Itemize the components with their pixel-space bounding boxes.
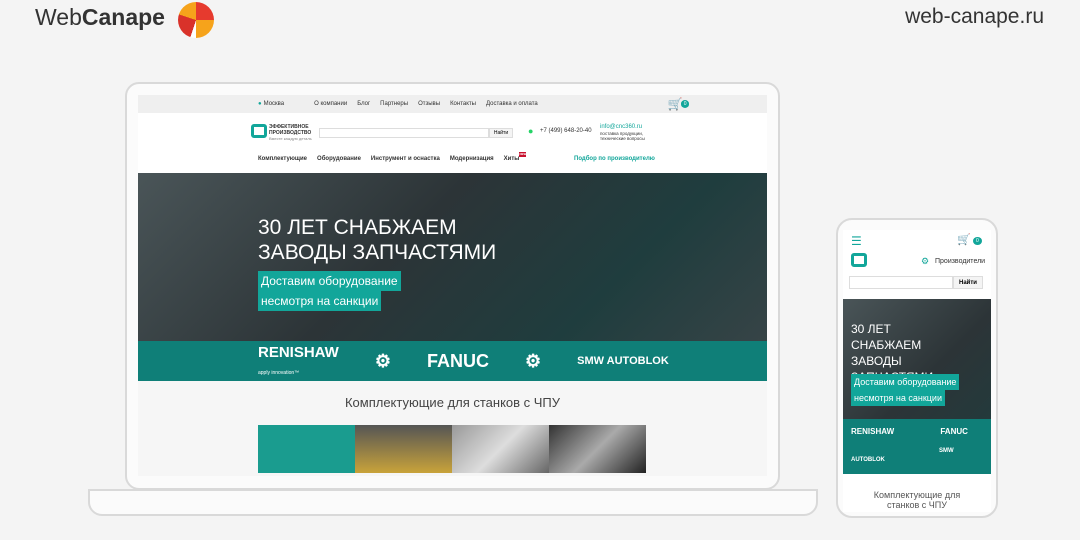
nav-item[interactable]: Комплектующие <box>258 156 307 162</box>
mobile-search-input[interactable] <box>849 276 953 289</box>
brand-renishaw[interactable]: RENISHAW apply innovation™ <box>258 344 339 378</box>
brand-name: WebCanape <box>35 4 165 30</box>
menu-icon[interactable]: ☰ <box>851 234 862 248</box>
manufacturers-link[interactable]: Производители <box>935 258 985 265</box>
top-link[interactable]: Доставка и оплата <box>486 101 538 107</box>
logo[interactable]: ЭФФЕКТИВНОЕ ПРОИЗВОДСТВО Вместе каждую дет… <box>269 124 312 142</box>
topbar: ● Москва О компании Блог Партнеры Отзывы… <box>138 95 767 113</box>
brand-strip: RENISHAW apply innovation™ ⚙ FANUC ⚙ SMW … <box>138 341 767 381</box>
gear-icon: ⚙ <box>921 256 930 266</box>
nav-item[interactable]: Оборудование <box>317 156 361 162</box>
mobile-search-button[interactable]: Найти <box>953 276 983 289</box>
mobile-screen: ☰ 🛒 0 ⚙ Производители Найти 30 ЛЕТ СНАБЖ… <box>843 230 991 512</box>
hero-banner: 30 ЛЕТ СНАБЖАЕМ ЗАВОДЫ ЗАПЧАСТЯМИ Достав… <box>138 173 767 381</box>
new-badge: NEW <box>519 152 527 157</box>
brand-fanuc[interactable]: FANUC <box>940 427 968 436</box>
hero-subtitle: Доставим оборудование <box>258 271 401 291</box>
category-tile[interactable] <box>258 425 355 473</box>
brand-smw[interactable]: SMW AUTOBLOK <box>577 355 669 367</box>
laptop-base <box>88 489 818 516</box>
logo-icon[interactable] <box>851 253 867 267</box>
email-note: поставка продукции, технические вопросы <box>600 131 645 141</box>
email-link[interactable]: info@cnc360.ru <box>600 124 642 130</box>
brand-logo <box>178 2 214 38</box>
top-link[interactable]: Партнеры <box>380 101 408 107</box>
brand-smw[interactable]: SMW AUTOBLOK <box>851 448 954 463</box>
category-tile[interactable] <box>452 425 549 473</box>
main-nav: Комплектующие Оборудование Инструмент и … <box>258 152 527 162</box>
category-tile[interactable] <box>355 425 452 473</box>
nav-item[interactable]: Инструмент и оснастка <box>371 156 440 162</box>
category-tiles <box>258 425 646 473</box>
phone[interactable]: +7 (499) 648-20-40 <box>540 128 592 134</box>
hero-title: 30 ЛЕТ СНАБЖАЕМ ЗАВОДЫ ЗАПЧАСТЯМИ <box>258 216 497 264</box>
top-link[interactable]: Контакты <box>450 101 476 107</box>
logo-icon <box>251 124 267 138</box>
top-link[interactable]: Отзывы <box>418 101 440 107</box>
whatsapp-icon[interactable]: ● <box>528 126 533 136</box>
cart-icon[interactable]: 🛒 <box>957 233 971 246</box>
city-select[interactable]: Москва <box>264 101 284 107</box>
brand-fanuc[interactable]: FANUC <box>427 351 489 372</box>
brand-renishaw[interactable]: RENISHAW <box>851 427 894 436</box>
site-url: web-canape.ru <box>905 5 1044 28</box>
cart-count: 0 <box>973 237 982 245</box>
top-link[interactable]: О компании <box>314 101 347 107</box>
desktop-screen: ● Москва О компании Блог Партнеры Отзывы… <box>138 95 767 476</box>
location-icon: ● <box>258 101 262 107</box>
hero-subtitle: несмотря на санкции <box>258 291 382 311</box>
header: ЭФФЕКТИВНОЕ ПРОИЗВОДСТВО Вместе каждую дет… <box>138 113 767 173</box>
cart-count: 0 <box>680 100 690 108</box>
brand-icon: ⚙ <box>374 350 391 371</box>
hero-subtitle: несмотря на санкции <box>851 390 945 406</box>
nav-item[interactable]: Модернизация <box>450 156 494 162</box>
category-tile[interactable] <box>549 425 646 473</box>
mobile-section-title: Комплектующие для станков с ЧПУ <box>873 490 961 510</box>
top-link[interactable]: Блог <box>357 101 370 107</box>
manufacturer-filter-link[interactable]: Подбор по производителю <box>574 156 655 162</box>
brand-icon: ⚙ <box>524 350 542 371</box>
mobile-hero: 30 ЛЕТ СНАБЖАЕМ ЗАВОДЫ ЗАПЧАСТЯМИ Достав… <box>843 299 991 474</box>
nav-item[interactable]: Хиты <box>504 156 520 162</box>
mobile-brand-strip: RENISHAW FANUC SMW AUTOBLOK <box>843 419 991 474</box>
search-button[interactable]: Найти <box>489 128 513 138</box>
search-input[interactable] <box>319 128 489 138</box>
hero-subtitle: Доставим оборудование <box>851 374 960 390</box>
